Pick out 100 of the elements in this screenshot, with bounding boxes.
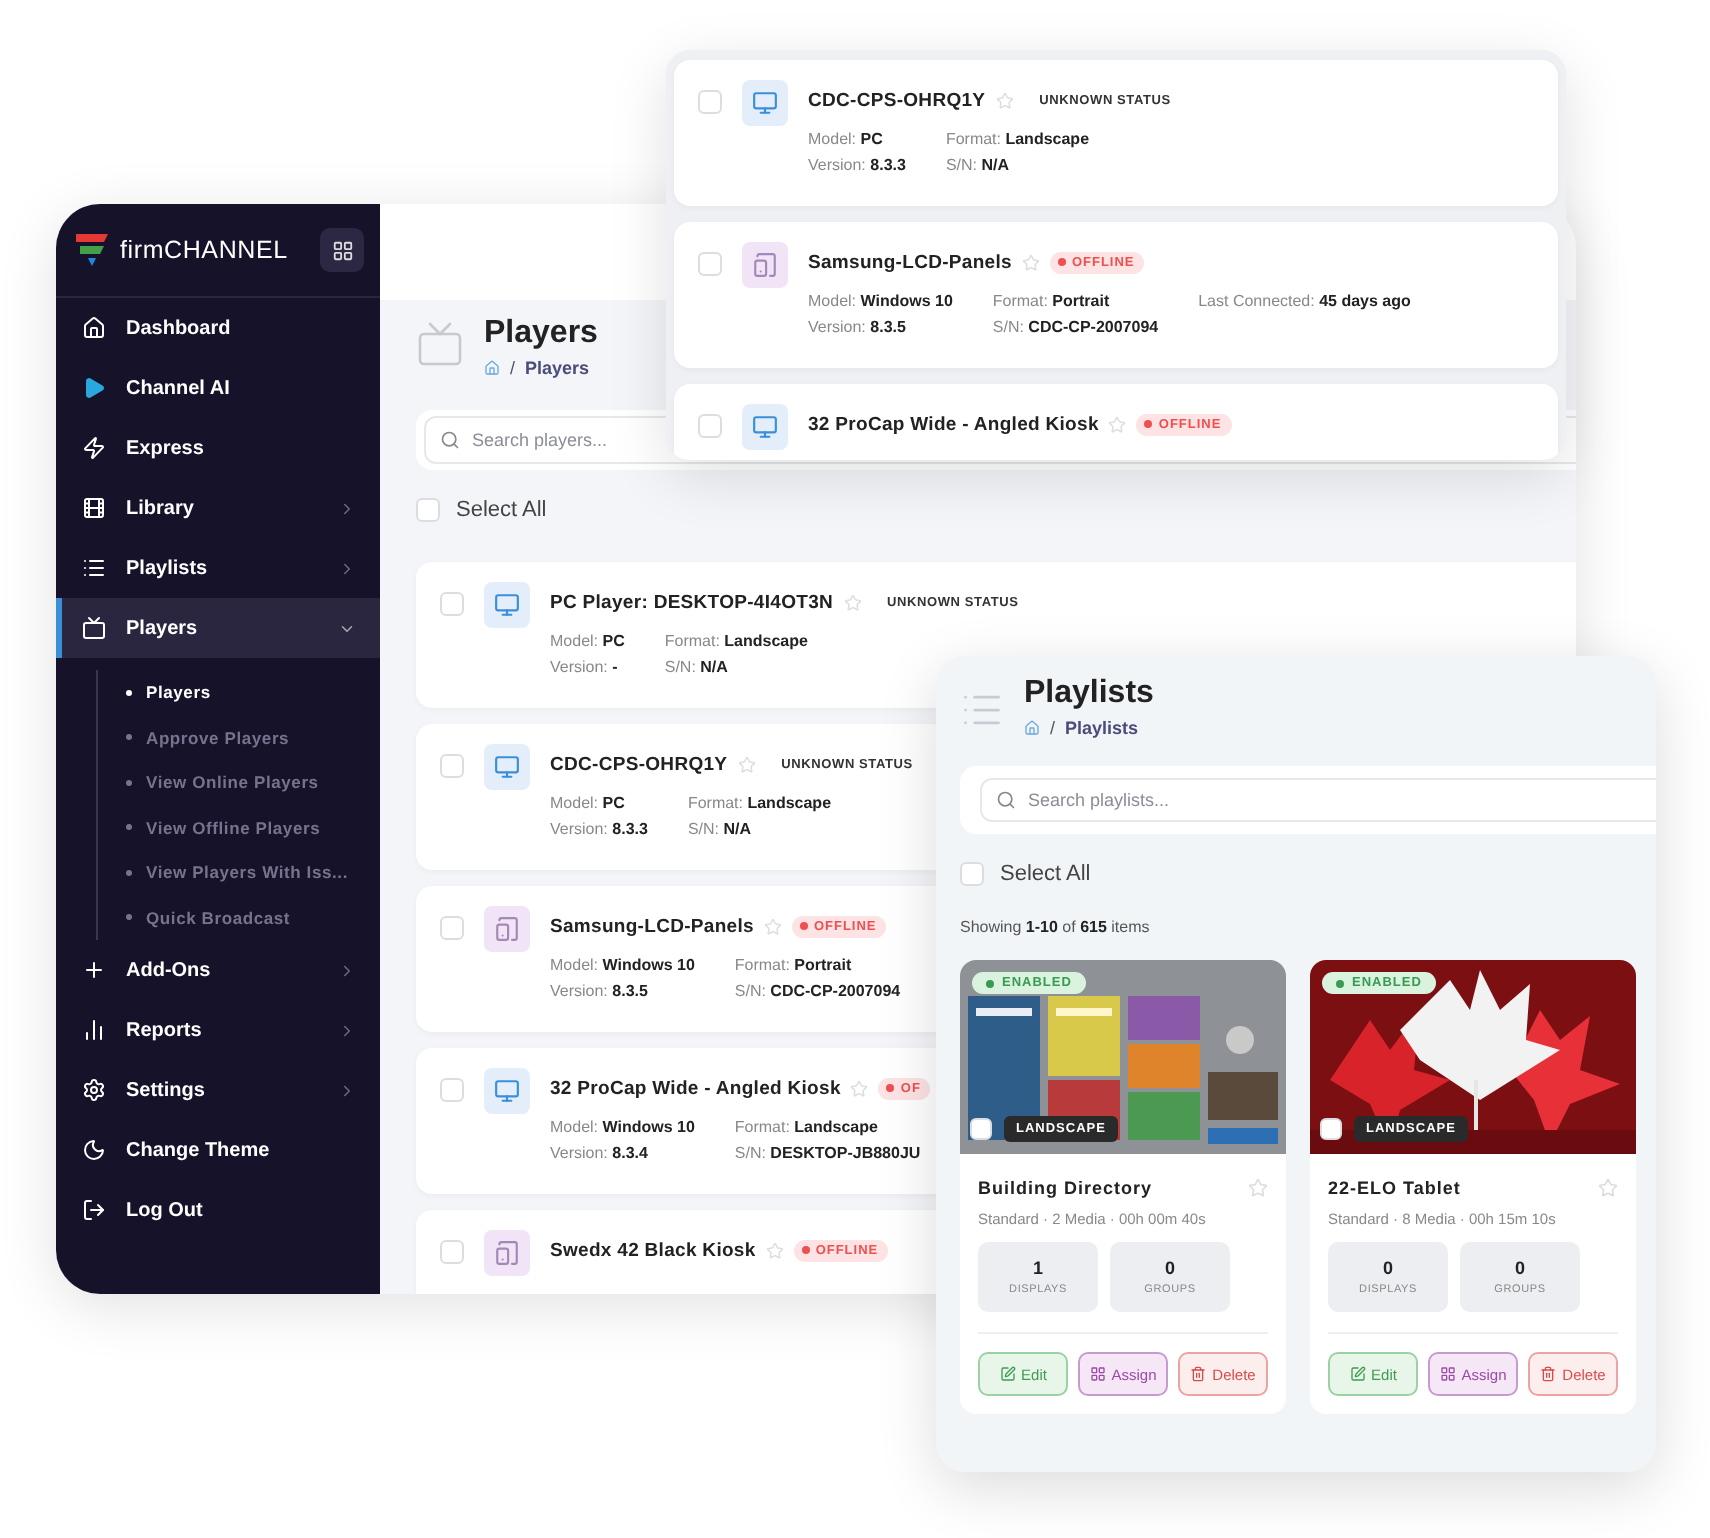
playlist-title: 22-ELO Tablet: [1328, 1178, 1461, 1198]
detail-text: Model: Windows 10: [550, 956, 695, 974]
page-title: Playlists: [1024, 676, 1154, 712]
trash-icon: [1540, 1366, 1557, 1382]
detail-text: Version: 8.3.5: [808, 318, 908, 336]
sidebar-item[interactable]: Reports: [56, 1000, 380, 1060]
checkbox[interactable]: [970, 1118, 992, 1140]
player-name: 32 ProCap Wide - Angled Kiosk: [808, 413, 1099, 435]
checkbox[interactable]: [698, 252, 722, 276]
checkbox[interactable]: [1320, 1118, 1342, 1140]
film-icon: [82, 496, 106, 520]
chevron-right-icon: [338, 559, 356, 577]
checkbox[interactable]: [440, 592, 464, 616]
detail-text: Model: Windows 10: [808, 292, 953, 310]
detail-text: S/N: N/A: [664, 658, 730, 676]
plus-icon: [82, 958, 106, 982]
sidebar-item[interactable]: Change Theme: [56, 1120, 380, 1180]
detail-text: Version: -: [550, 658, 620, 676]
detail-text: Format: Portrait: [992, 292, 1112, 310]
chevron-right-icon: [338, 1021, 356, 1039]
checkbox[interactable]: [440, 916, 464, 940]
search-icon: [996, 790, 1016, 810]
submenu-item[interactable]: Approve Players: [110, 715, 380, 760]
logo-icon: [76, 232, 108, 268]
playlist-title: Building Directory: [978, 1178, 1153, 1198]
star-icon[interactable]: [850, 1079, 869, 1097]
home-icon[interactable]: [1024, 720, 1040, 736]
detail-text: Version: 8.3.4: [550, 1144, 650, 1162]
checkbox[interactable]: [440, 1078, 464, 1102]
tablet-icon: [752, 252, 778, 278]
sidebar-item[interactable]: Playlists: [56, 538, 380, 598]
home-icon: [82, 316, 106, 340]
submenu-item[interactable]: View Players With Iss...: [110, 850, 380, 895]
search-icon: [440, 430, 460, 450]
breadcrumb-separator: /: [510, 358, 516, 378]
star-icon[interactable]: [843, 593, 862, 611]
checkbox[interactable]: [698, 90, 722, 114]
detail-text: Model: Windows 10: [550, 1118, 695, 1136]
star-icon[interactable]: [765, 1241, 784, 1259]
checkbox[interactable]: [440, 1240, 464, 1264]
star-icon[interactable]: [737, 755, 756, 773]
sidebar-item[interactable]: Channel AI: [56, 358, 380, 418]
settings-icon: [82, 1078, 106, 1102]
detail-text: Model: PC: [550, 794, 627, 812]
checkbox[interactable]: [416, 498, 440, 522]
sidebar-item[interactable]: Add-Ons: [56, 940, 380, 1000]
logout-icon: [82, 1198, 106, 1222]
star-icon[interactable]: [1021, 253, 1040, 271]
player-name: 32 ProCap Wide - Angled Kiosk: [550, 1077, 841, 1099]
detail-text: S/N: N/A: [687, 820, 753, 838]
detail-text: Version: 8.3.5: [550, 982, 650, 1000]
logo-text: firmCHANNEL: [120, 236, 290, 264]
chevron-right-icon: [338, 1081, 356, 1099]
tv-icon: [82, 616, 106, 640]
star-icon[interactable]: [1598, 1178, 1618, 1198]
star-icon[interactable]: [1108, 415, 1127, 433]
sidebar-item[interactable]: Dashboard: [56, 298, 380, 358]
player-name: Samsung-LCD-Panels: [808, 251, 1012, 273]
detail-text: Format: Landscape: [664, 632, 808, 650]
edit-icon: [1349, 1366, 1366, 1382]
sidebar-item[interactable]: Log Out: [56, 1180, 380, 1240]
monitor-icon: [494, 754, 520, 780]
stat-value: 0: [1514, 1258, 1525, 1278]
checkbox[interactable]: [960, 862, 984, 886]
monitor-icon: [752, 90, 778, 116]
sidebar-item[interactable]: Settings: [56, 1060, 380, 1120]
submenu-item[interactable]: View Offline Players: [110, 805, 380, 850]
search-field[interactable]: Search playlists...: [980, 778, 1656, 822]
breadcrumb-separator: /: [1050, 718, 1056, 738]
player-name: CDC-CPS-OHRQ1Y: [550, 753, 728, 775]
monitor-icon: [494, 1078, 520, 1104]
edit-icon: [999, 1366, 1016, 1382]
star-icon[interactable]: [995, 91, 1014, 109]
detail-text: S/N: CDC-CP-2007094: [992, 318, 1159, 336]
breadcrumb-link[interactable]: Players: [525, 358, 590, 378]
submenu-item[interactable]: Players: [110, 670, 380, 715]
select-all-label: Select All: [1000, 862, 1091, 886]
sidebar-item[interactable]: Players: [56, 598, 380, 658]
submenu-item[interactable]: Quick Broadcast: [110, 895, 380, 940]
sidebar-item[interactable]: Express: [56, 418, 380, 478]
star-icon[interactable]: [763, 917, 782, 935]
apps-button[interactable]: [320, 228, 364, 272]
detail-text: Model: PC: [808, 130, 885, 148]
monitor-icon: [752, 414, 778, 440]
detail-text: Format: Landscape: [945, 130, 1090, 148]
sidebar-item[interactable]: Library: [56, 478, 380, 538]
player-name: Samsung-LCD-Panels: [550, 915, 754, 937]
checkbox[interactable]: [698, 414, 722, 438]
star-icon[interactable]: [1248, 1178, 1268, 1198]
player-name: PC Player: DESKTOP-4I4OT3N: [550, 591, 834, 613]
detail-text: Model: PC: [550, 632, 625, 650]
grid-icon: [1439, 1366, 1456, 1382]
grid-icon: [1089, 1366, 1106, 1382]
breadcrumb-link[interactable]: Playlists: [1065, 718, 1139, 738]
home-icon[interactable]: [484, 360, 500, 376]
detail-text: Version: 8.3.3: [808, 156, 906, 174]
detail-text: Last Connected: 45 days ago: [1198, 292, 1411, 310]
submenu-item[interactable]: View Online Players: [110, 760, 380, 805]
page-title: Players: [484, 316, 598, 352]
checkbox[interactable]: [440, 754, 464, 778]
